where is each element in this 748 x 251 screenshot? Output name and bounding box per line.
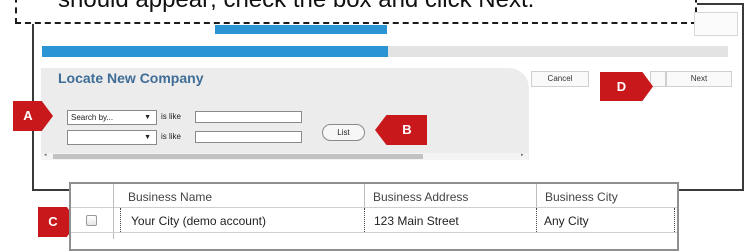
row-divider: [71, 232, 677, 233]
row-select-checkbox[interactable]: [86, 215, 97, 226]
column-divider: [364, 184, 365, 207]
search-by-select-1[interactable]: Search by... ▼: [67, 110, 157, 125]
arrow-right-icon[interactable]: ▸: [521, 152, 524, 158]
cell-business-address[interactable]: 123 Main Street: [374, 214, 459, 228]
instruction-callout-text: should appear; check the box and click N…: [58, 0, 534, 15]
chevron-down-icon: ▼: [144, 114, 151, 121]
cell-border: [536, 208, 537, 232]
operator-label-1: is like: [161, 112, 182, 121]
hidden-button[interactable]: [650, 71, 666, 87]
panel-title: Locate New Company: [58, 70, 204, 86]
progress-stub: [215, 25, 387, 34]
cell-border: [364, 208, 365, 232]
column-header-business-city: Business City: [545, 190, 618, 204]
wizard-progress-fill: [42, 46, 388, 57]
screenshot-frame-right: [742, 3, 744, 191]
marker-d: D: [600, 72, 653, 101]
arrow-left-icon[interactable]: ◂: [44, 152, 47, 158]
operator-label-2: is like: [161, 132, 182, 141]
search-by-select-2[interactable]: ▼: [67, 130, 157, 145]
cancel-button[interactable]: Cancel: [531, 71, 589, 87]
header-divider: [71, 207, 677, 208]
column-header-business-name: Business Name: [128, 190, 213, 204]
scrollbar-thumb[interactable]: [53, 154, 423, 159]
column-divider: [536, 184, 537, 207]
chevron-down-icon: ▼: [144, 134, 151, 141]
screenshot-frame-top: [697, 3, 744, 5]
cell-business-city[interactable]: Any City: [544, 214, 589, 228]
list-button[interactable]: List: [322, 124, 365, 141]
search-value-field-1[interactable]: [195, 111, 302, 123]
cell-border: [674, 208, 675, 232]
top-right-box: [694, 12, 738, 36]
column-divider: [113, 184, 114, 239]
cell-border: [120, 208, 121, 232]
column-header-business-address: Business Address: [373, 190, 469, 204]
cell-business-name[interactable]: Your City (demo account): [131, 214, 266, 228]
search-by-select-1-value: Search by...: [71, 113, 114, 122]
search-value-field-2[interactable]: [195, 131, 302, 143]
next-button[interactable]: Next: [666, 71, 732, 87]
